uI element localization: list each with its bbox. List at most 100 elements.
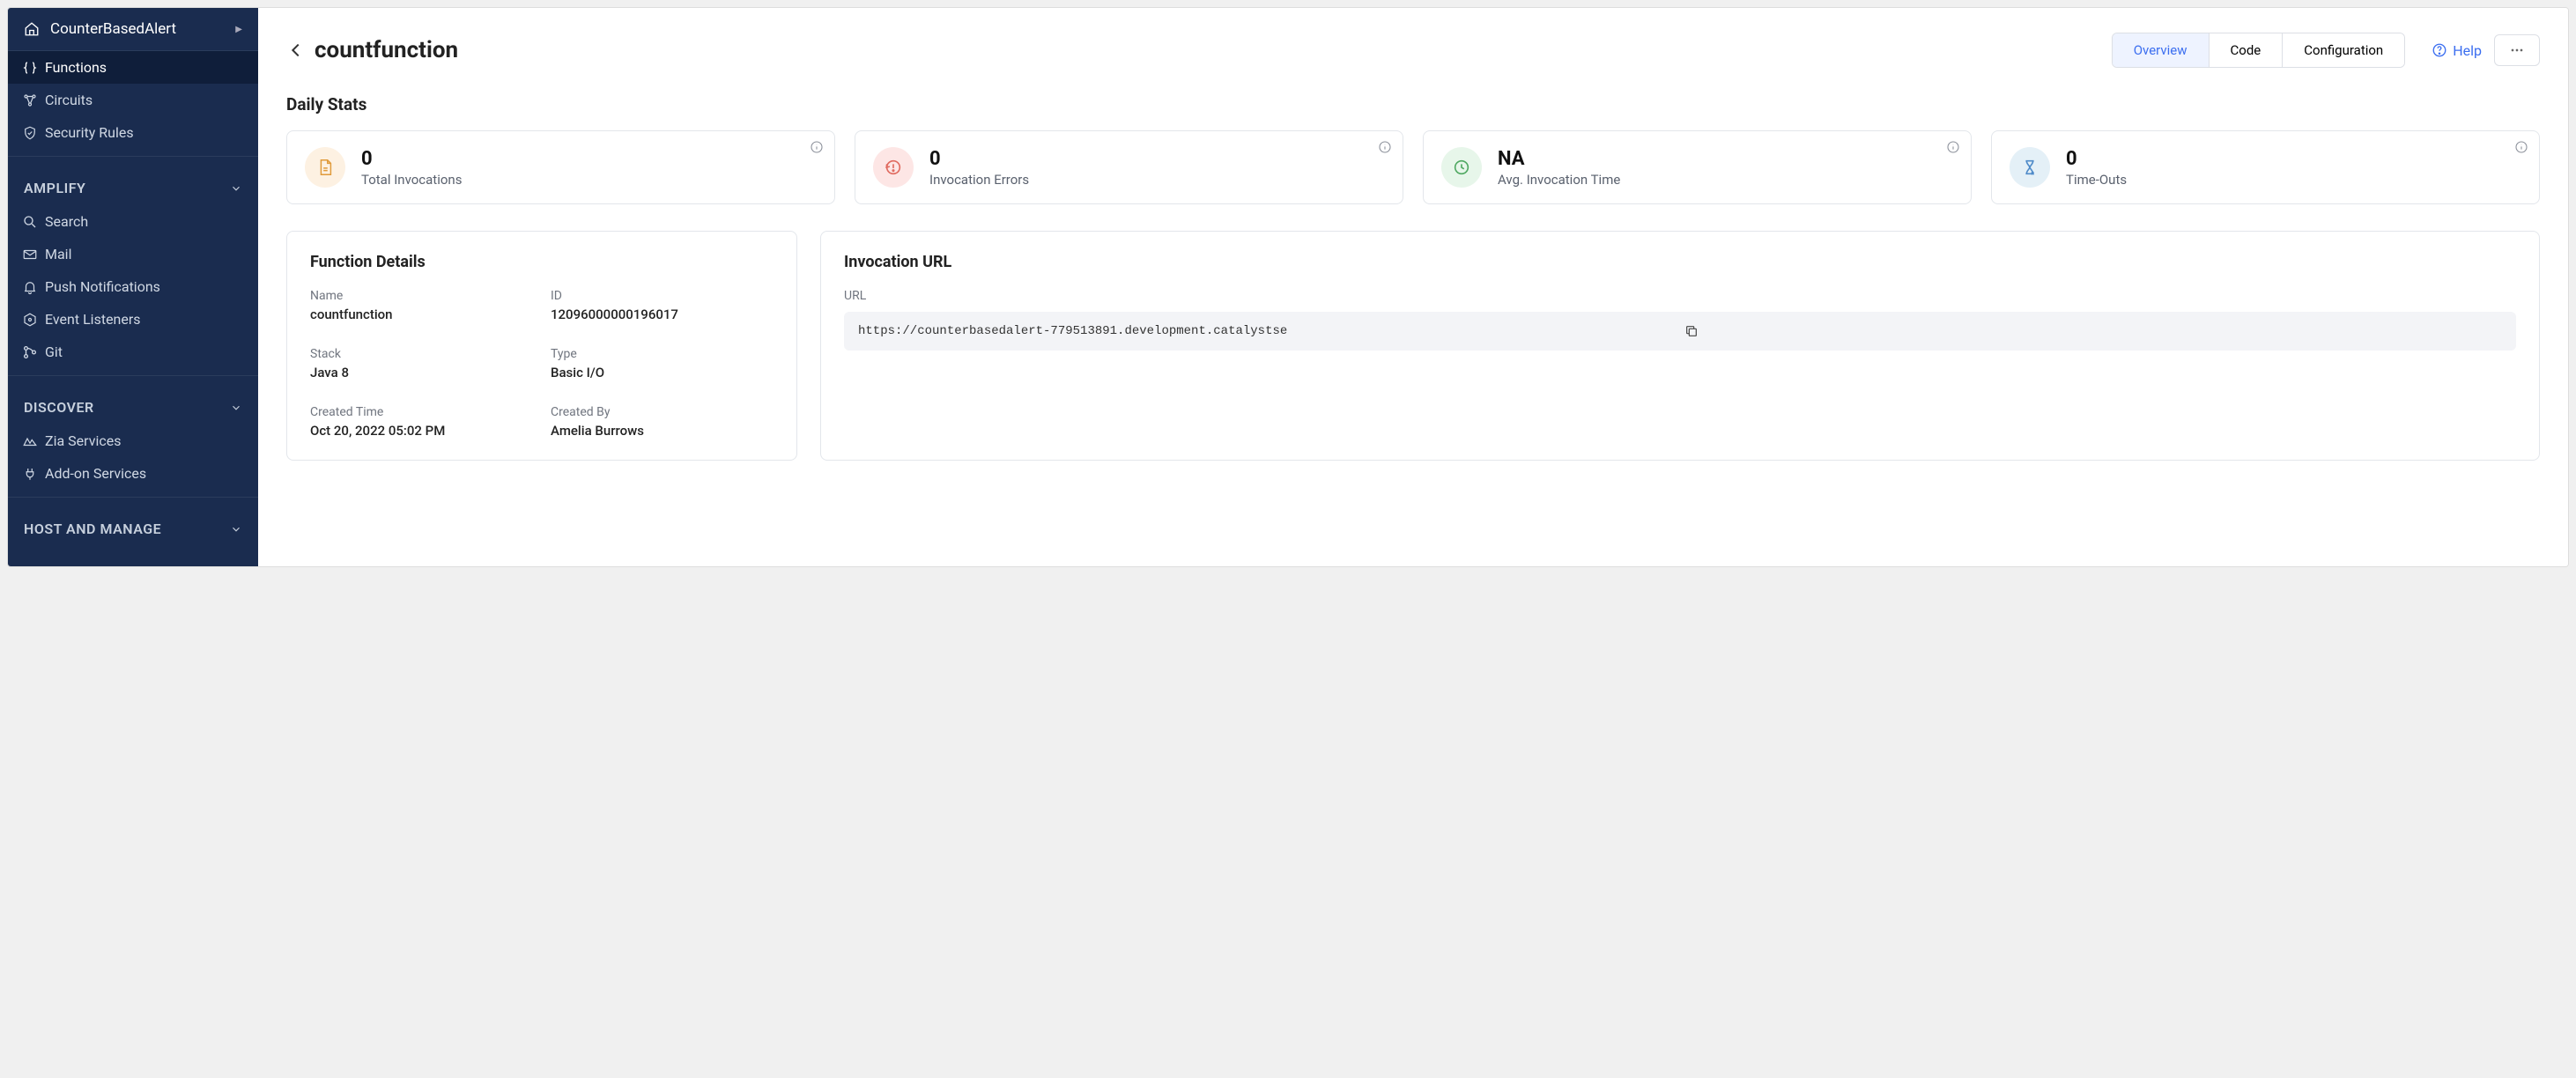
section-title: AMPLIFY	[24, 180, 85, 196]
info-icon[interactable]	[810, 140, 824, 154]
clock-icon	[1441, 147, 1482, 188]
braces-icon	[22, 60, 38, 76]
help-icon	[2432, 42, 2447, 58]
stat-card-timeouts: 0 Time-Outs	[1991, 130, 2540, 204]
panel-title: Function Details	[310, 253, 774, 271]
app-frame: CounterBasedAlert ▶ Functions Circuits S…	[7, 7, 2569, 567]
zia-icon	[22, 433, 38, 449]
url-box: https://counterbasedalert-779513891.deve…	[844, 312, 2516, 351]
more-button[interactable]	[2494, 34, 2540, 66]
detail-cell: ID 12096000000196017	[551, 289, 774, 322]
document-icon	[305, 147, 345, 188]
detail-grid: Name countfunction ID 12096000000196017 …	[310, 289, 774, 439]
chevron-down-icon	[230, 523, 242, 535]
sidebar-item-search[interactable]: Search	[8, 205, 258, 238]
sidebar-item-mail[interactable]: Mail	[8, 238, 258, 270]
detail-cell: Stack Java 8	[310, 347, 533, 380]
detail-label: Created Time	[310, 405, 533, 419]
sidebar-item-label: Push Notifications	[45, 278, 160, 295]
sidebar-item-label: Add-on Services	[45, 465, 146, 482]
info-icon[interactable]	[1946, 140, 1960, 154]
project-selector[interactable]: CounterBasedAlert ▶	[8, 8, 258, 51]
shield-icon	[22, 125, 38, 141]
sidebar-item-push-notifications[interactable]: Push Notifications	[8, 270, 258, 303]
chevron-down-icon	[230, 182, 242, 195]
section-header-discover[interactable]: DISCOVER	[8, 383, 258, 425]
stat-label: Avg. Invocation Time	[1498, 172, 1620, 188]
main-header: countfunction Overview Code Configuratio…	[286, 33, 2540, 68]
project-name: CounterBasedAlert	[50, 20, 176, 38]
detail-label: Stack	[310, 347, 533, 361]
divider	[8, 375, 258, 376]
stat-label: Total Invocations	[361, 172, 462, 188]
sidebar-item-git[interactable]: Git	[8, 336, 258, 368]
page-title: countfunction	[315, 37, 458, 63]
home-icon	[24, 21, 40, 37]
stat-card-invocations: 0 Total Invocations	[286, 130, 835, 204]
stat-value: 0	[929, 148, 1029, 170]
stat-label: Invocation Errors	[929, 172, 1029, 188]
main-content: countfunction Overview Code Configuratio…	[258, 8, 2568, 566]
daily-stats-title: Daily Stats	[286, 94, 2540, 114]
search-icon	[22, 214, 38, 230]
detail-cell: Type Basic I/O	[551, 347, 774, 380]
copy-icon[interactable]	[1684, 324, 2502, 338]
section-title: DISCOVER	[24, 399, 94, 416]
stat-label: Time-Outs	[2066, 172, 2127, 188]
tab-code[interactable]: Code	[2210, 33, 2284, 67]
tab-configuration[interactable]: Configuration	[2283, 33, 2404, 67]
panels-row: Function Details Name countfunction ID 1…	[286, 231, 2540, 461]
stat-value: NA	[1498, 148, 1620, 170]
detail-value: Oct 20, 2022 05:02 PM	[310, 423, 533, 439]
detail-value: countfunction	[310, 306, 533, 322]
error-icon	[873, 147, 914, 188]
hourglass-icon	[2010, 147, 2050, 188]
stat-value: 0	[2066, 148, 2127, 170]
git-icon	[22, 344, 38, 360]
sidebar-item-circuits[interactable]: Circuits	[8, 84, 258, 116]
detail-label: ID	[551, 289, 774, 303]
url-value: https://counterbasedalert-779513891.deve…	[858, 324, 1676, 338]
section-header-amplify[interactable]: AMPLIFY	[8, 164, 258, 205]
circuit-icon	[22, 92, 38, 108]
tab-overview[interactable]: Overview	[2113, 33, 2210, 67]
sidebar-item-event-listeners[interactable]: Event Listeners	[8, 303, 258, 336]
sidebar-item-addon-services[interactable]: Add-on Services	[8, 457, 258, 490]
sidebar-item-functions[interactable]: Functions	[8, 51, 258, 84]
section-title: HOST AND MANAGE	[24, 521, 161, 537]
info-icon[interactable]	[2514, 140, 2528, 154]
bell-icon	[22, 279, 38, 295]
section-header-host-manage[interactable]: HOST AND MANAGE	[8, 505, 258, 546]
detail-cell: Created Time Oct 20, 2022 05:02 PM	[310, 405, 533, 439]
sidebar-item-label: Search	[45, 213, 88, 230]
stat-card-errors: 0 Invocation Errors	[855, 130, 1403, 204]
plug-icon	[22, 466, 38, 482]
invocation-url-panel: Invocation URL URL https://counterbaseda…	[820, 231, 2540, 461]
help-label: Help	[2453, 42, 2482, 59]
detail-value: Basic I/O	[551, 365, 774, 380]
function-details-panel: Function Details Name countfunction ID 1…	[286, 231, 797, 461]
chevron-down-icon	[230, 402, 242, 414]
sidebar-item-label: Circuits	[45, 92, 93, 108]
header-actions: Help	[2432, 34, 2540, 66]
sidebar-item-zia-services[interactable]: Zia Services	[8, 425, 258, 457]
info-icon[interactable]	[1378, 140, 1392, 154]
divider	[8, 156, 258, 157]
chevron-right-icon: ▶	[235, 25, 242, 34]
mail-icon	[22, 247, 38, 262]
hexagon-icon	[22, 312, 38, 328]
detail-value: 12096000000196017	[551, 306, 774, 322]
detail-value: Java 8	[310, 365, 533, 380]
sidebar-item-label: Zia Services	[45, 432, 121, 449]
stat-card-avg-time: NA Avg. Invocation Time	[1423, 130, 1972, 204]
sidebar-item-security-rules[interactable]: Security Rules	[8, 116, 258, 149]
panel-title: Invocation URL	[844, 253, 2516, 271]
detail-label: Created By	[551, 405, 774, 419]
help-link[interactable]: Help	[2432, 42, 2482, 59]
sidebar: CounterBasedAlert ▶ Functions Circuits S…	[8, 8, 258, 566]
detail-value: Amelia Burrows	[551, 423, 774, 439]
divider	[8, 497, 258, 498]
back-button[interactable]	[286, 41, 306, 60]
detail-cell: Name countfunction	[310, 289, 533, 322]
sidebar-item-label: Mail	[45, 246, 71, 262]
